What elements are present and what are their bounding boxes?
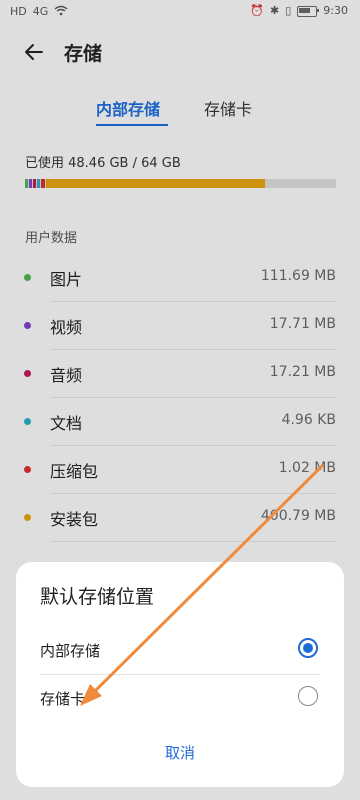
dialog-title: 默认存储位置 xyxy=(40,586,155,608)
option-label: 内部存储 xyxy=(40,642,101,660)
storage-screen: HD 4G ⏰ ✱ ▯ 9:30 存储 内部存储 存储卡 已使用 48.46 G… xyxy=(0,0,360,800)
option-sd-card[interactable]: 存储卡 xyxy=(16,674,344,722)
default-storage-dialog: 默认存储位置 内部存储 存储卡 取消 xyxy=(16,562,344,787)
radio-unselected-icon[interactable] xyxy=(298,686,318,706)
option-label: 存储卡 xyxy=(40,690,86,708)
radio-selected-icon[interactable] xyxy=(298,638,318,658)
option-internal-storage[interactable]: 内部存储 xyxy=(16,626,344,674)
cancel-button[interactable]: 取消 xyxy=(16,742,344,772)
